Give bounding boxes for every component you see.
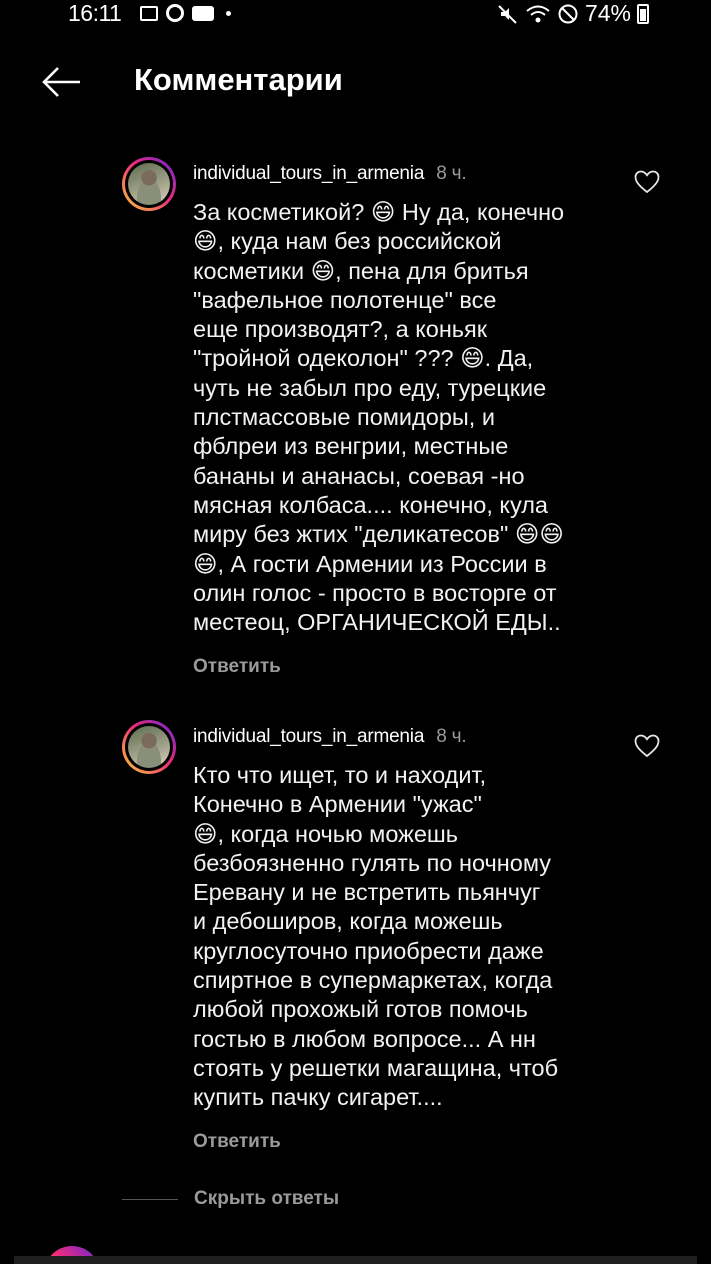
gallery-notification-icon [140,5,158,21]
comment-time: 8 ч. [436,163,467,184]
comment-time: 8 ч. [436,726,467,747]
battery-icon [637,3,649,24]
chrome-notification-icon [166,4,184,22]
username-text: individual_tours_in_armenia [193,726,425,747]
header: Комментарии [0,52,711,112]
username-text: individual_tours_in_armenia [193,163,425,184]
hide-replies-label: Скрыть ответы [194,1188,340,1209]
page-title: Комментарии [134,62,343,97]
comment-username[interactable]: individual_tours_in_armenia 8 ч. [193,726,467,748]
heart-outline-icon [634,170,660,194]
avatar[interactable] [122,157,176,211]
reply-button[interactable]: Ответить [193,1131,281,1153]
do-not-disturb-icon [558,4,578,23]
navigation-bar [14,1256,697,1264]
comment-text: За косметикой? 😄 Ну да, конечно 😄, куда … [193,199,565,636]
back-button[interactable] [40,64,82,100]
mute-icon [498,4,517,24]
like-button[interactable] [634,734,660,758]
system-icons: 74% [497,0,649,27]
comment-text: Кто что ищет, то и находит, Конечно в Ар… [193,762,559,1111]
status-time: 16:11 [68,0,122,26]
status-bar: 16:11 74% [0,0,711,28]
hide-replies-button[interactable]: Скрыть ответы [122,1188,339,1210]
avatar-photo [128,726,170,768]
avatar[interactable] [122,720,176,774]
battery-percent: 74% [584,0,631,26]
comment-username[interactable]: individual_tours_in_armenia 8 ч. [193,163,467,185]
message-notification-icon [192,5,214,21]
more-notifications-dot-icon [226,10,231,16]
avatar-photo [128,163,170,205]
divider [122,1198,178,1200]
like-button[interactable] [634,170,660,194]
reply-button[interactable]: Ответить [193,656,281,678]
notification-icons [140,4,231,22]
wifi-icon [526,5,550,22]
heart-outline-icon [634,734,660,758]
arrow-left-icon [42,67,80,97]
